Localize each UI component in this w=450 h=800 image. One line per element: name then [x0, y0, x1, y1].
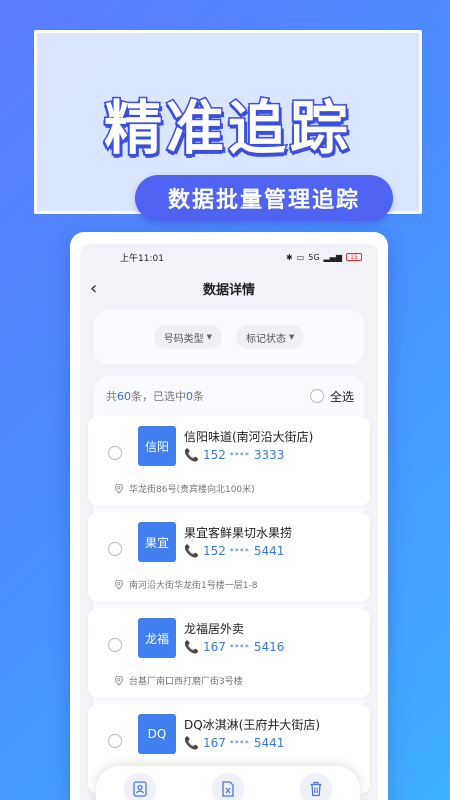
- battery-level: 15: [350, 253, 358, 261]
- phone-mask: ****: [229, 738, 250, 748]
- item-address: 台基厂南口西打磨厂街3号楼: [114, 674, 243, 687]
- avatar: 信阳: [138, 426, 176, 466]
- location-pin-icon: [114, 579, 124, 590]
- phone-mockup: 上午11:01 ✱ ▭ 5G ▂▄▆ 15 ‹ 数据详情 号码类型 ▼ 标记状态…: [70, 232, 388, 800]
- nfc-icon: ▭: [296, 252, 305, 262]
- item-name: DQ冰淇淋(王府井大街店): [184, 718, 321, 732]
- phone-number[interactable]: 📞 167 **** 5416: [184, 640, 284, 654]
- item-name: 果宜客鲜果切水果捞: [184, 526, 293, 540]
- status-time: 上午11:01: [120, 253, 164, 264]
- nav-bar: ‹ 数据详情: [80, 270, 378, 306]
- phone-suffix: 5441: [253, 736, 285, 750]
- status-icons: ✱ ▭ 5G ▂▄▆ 15: [286, 253, 362, 262]
- caret-down-icon: ▼: [206, 333, 212, 341]
- list-item[interactable]: 果宜 果宜客鲜果切水果捞 📞 152 **** 5441 南河沿大街华龙街1号楼…: [88, 512, 370, 602]
- network-label: 5G: [308, 252, 320, 262]
- avatar: 果宜: [138, 522, 176, 562]
- phone-icon: 📞: [184, 736, 199, 750]
- address-text: 华龙街86号(贵宾楼向北100米): [129, 485, 255, 495]
- phone-prefix: 152: [202, 544, 226, 558]
- status-bar: 上午11:01 ✱ ▭ 5G ▂▄▆ 15: [80, 244, 378, 270]
- phone-suffix: 3333: [253, 448, 285, 462]
- contact-card-icon[interactable]: [124, 773, 156, 800]
- list-summary: 共60条，已选中0条: [106, 388, 204, 404]
- data-list: 共60条，已选中0条 全选 信阳 信阳味道(南河沿大街店) 📞 152 ****…: [88, 376, 370, 800]
- item-checkbox[interactable]: [108, 446, 122, 460]
- item-checkbox[interactable]: [108, 542, 122, 556]
- filter-bar: 号码类型 ▼ 标记状态 ▼: [94, 310, 364, 364]
- bottom-toolbar: [96, 766, 360, 800]
- select-all-label: 全选: [329, 389, 354, 404]
- summary-prefix: 共: [106, 390, 117, 403]
- app-screen: 上午11:01 ✱ ▭ 5G ▂▄▆ 15 ‹ 数据详情 号码类型 ▼ 标记状态…: [80, 244, 378, 800]
- page-title: 数据详情: [202, 282, 255, 298]
- item-checkbox[interactable]: [108, 734, 122, 748]
- export-excel-icon[interactable]: [212, 773, 244, 800]
- address-text: 南河沿大街华龙街1号楼一层1-8: [129, 581, 258, 591]
- list-header: 共60条，已选中0条 全选: [94, 376, 364, 416]
- selected-count: 0: [186, 390, 193, 403]
- address-text: 台基厂南口西打磨厂街3号楼: [129, 677, 243, 687]
- item-address: 南河沿大街华龙街1号楼一层1-8: [114, 578, 257, 591]
- item-name: 信阳味道(南河沿大街店): [184, 430, 314, 444]
- avatar: 龙福: [138, 618, 176, 658]
- location-pin-icon: [114, 675, 124, 686]
- phone-icon: 📞: [184, 640, 199, 654]
- select-all-toggle[interactable]: 全选: [309, 388, 354, 405]
- list-item[interactable]: 信阳 信阳味道(南河沿大街店) 📞 152 **** 3333 华龙街86号(贵…: [88, 416, 370, 506]
- phone-mask: ****: [229, 450, 250, 460]
- phone-suffix: 5441: [253, 544, 285, 558]
- phone-prefix: 167: [202, 736, 226, 750]
- total-count: 60: [117, 390, 131, 403]
- phone-number[interactable]: 📞 152 **** 3333: [184, 448, 284, 462]
- location-pin-icon: [114, 483, 124, 494]
- summary-middle: 条，已选中: [131, 390, 186, 403]
- filter-label: 标记状态: [246, 333, 286, 345]
- phone-number[interactable]: 📞 167 **** 5441: [184, 736, 284, 750]
- select-all-radio[interactable]: [309, 389, 324, 403]
- phone-mask: ****: [229, 546, 250, 556]
- phone-mask: ****: [229, 642, 250, 652]
- promo-banner: 精准追踪 数据批量管理追踪: [34, 30, 422, 221]
- phone-suffix: 5416: [253, 640, 285, 654]
- chevron-left-icon[interactable]: ‹: [90, 278, 97, 299]
- avatar: DQ: [138, 714, 176, 754]
- list-item[interactable]: 龙福 龙福居外卖 📞 167 **** 5416 台基厂南口西打磨厂街3号楼: [88, 608, 370, 698]
- signal-icon: ▂▄▆: [323, 252, 342, 262]
- phone-icon: 📞: [184, 544, 199, 558]
- caret-down-icon: ▼: [289, 333, 295, 341]
- filter-mark-status[interactable]: 标记状态 ▼: [236, 325, 305, 349]
- item-name: 龙福居外卖: [184, 622, 245, 636]
- battery-icon: 15: [346, 253, 362, 261]
- filter-label: 号码类型: [163, 333, 204, 345]
- filter-number-type[interactable]: 号码类型 ▼: [153, 325, 222, 349]
- item-checkbox[interactable]: [108, 638, 122, 652]
- banner-title: 精准追踪: [102, 93, 352, 164]
- phone-prefix: 152: [202, 448, 226, 462]
- phone-prefix: 167: [202, 640, 226, 654]
- phone-icon: 📞: [184, 448, 199, 462]
- phone-number[interactable]: 📞 152 **** 5441: [184, 544, 284, 558]
- item-address: 华龙街86号(贵宾楼向北100米): [114, 482, 255, 495]
- bluetooth-icon: ✱: [285, 252, 293, 262]
- trash-icon[interactable]: [300, 773, 332, 800]
- summary-suffix: 条: [193, 390, 204, 403]
- banner-subtitle: 数据批量管理追踪: [135, 175, 393, 221]
